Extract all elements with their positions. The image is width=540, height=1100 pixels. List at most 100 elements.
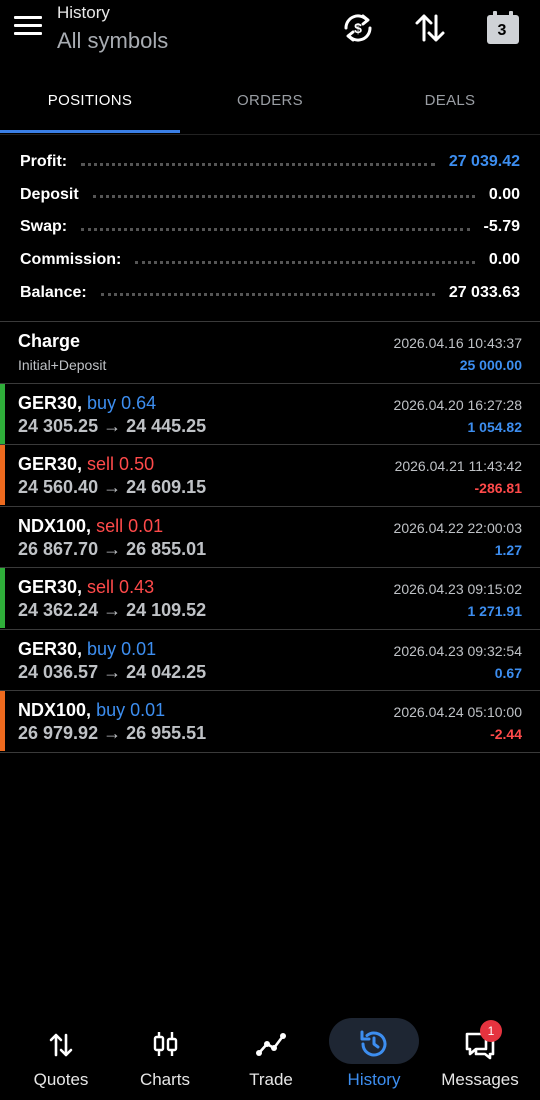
deal-profit: 1 271.91 [467,603,523,619]
summary-value: -5.79 [483,218,520,236]
leader-dots [135,260,475,264]
summary-value: 0.00 [488,185,520,203]
summary-row-balance: Balance: 27 033.63 [0,276,540,309]
nav-messages[interactable]: Messages [428,1010,532,1100]
list-item[interactable]: NDX100, buy 0.01 26 979.92 → 26 955.51 2… [0,691,540,753]
trade-icon [256,1033,286,1056]
messages-badge: 1 [480,1020,502,1042]
symbol-name: GER30, [18,577,83,597]
summary-row-deposit: Deposit 0.00 [0,179,540,212]
deal-profit: 1 054.82 [467,418,523,435]
sort-icon[interactable] [412,10,448,46]
deal-profit: 0.67 [494,664,522,681]
symbol-name: GER30, [18,638,83,659]
deal-side: buy 0.01 [96,700,166,720]
leader-dots [100,293,435,297]
deal-symbol: NDX100, sell 0.01 [18,516,163,537]
deal-profit: -286.81 [474,480,522,496]
candles-icon [153,1032,178,1056]
summary-label: Swap: [20,218,68,236]
summary-label: Balance: [20,283,87,301]
symbol-name: NDX100, [18,700,92,720]
charge-amount: 25 000.00 [459,357,522,373]
currency-exchange-icon[interactable]: $ [340,10,376,46]
symbol-name: GER30, [18,392,83,413]
nav-trade[interactable]: Trade [218,1010,324,1100]
charge-subtitle: Initial+Deposit [18,357,107,373]
deal-date: 2026.04.21 11:43:42 [394,458,522,474]
deal-side: sell 0.43 [87,577,155,597]
deal-date: 2026.04.23 09:32:54 [393,642,522,659]
deal-side: buy 0.64 [87,392,157,413]
loss-indicator-bar [0,691,5,751]
deal-symbol: GER30, buy 0.01 [18,639,156,660]
nav-label: Charts [139,1070,191,1089]
deal-date: 2026.04.23 09:15:02 [393,581,522,597]
calendar-day: 3 [497,22,507,39]
nav-history[interactable]: History [322,1010,426,1100]
deal-date: 2026.04.20 16:27:28 [393,396,522,413]
deal-profit: 1.27 [494,541,522,558]
deal-side: buy 0.01 [87,638,157,659]
tab-deals[interactable]: DEALS [360,78,540,124]
active-tab-indicator [0,130,180,133]
deal-prices: 24 036.57 → 24 042.25 [18,661,207,682]
page-title: History [57,3,110,22]
deal-profit: -2.44 [490,726,522,742]
symbol-filter[interactable]: All symbols [57,28,168,54]
symbol-name: NDX100, [18,515,92,536]
deal-symbol: GER30, buy 0.64 [18,393,156,414]
deal-date: 2026.04.22 22:00:03 [393,519,522,536]
tab-orders[interactable]: ORDERS [180,78,360,124]
charge-date: 2026.04.16 10:43:37 [393,335,522,351]
summary-row-profit: Profit: 27 039.42 [0,146,540,179]
list-item[interactable]: GER30, sell 0.50 24 560.40 → 24 609.15 2… [0,445,540,507]
charge-row[interactable]: Charge Initial+Deposit 2026.04.16 10:43:… [0,322,540,384]
summary-label: Commission: [20,251,122,269]
nav-label: Quotes [33,1070,89,1089]
summary-value: 0.00 [488,251,520,269]
app-header: History All symbols $ 3 [0,0,540,70]
deal-symbol: NDX100, buy 0.01 [18,700,165,721]
bottom-navigation: Quotes Charts Trade History Messages [0,1010,540,1100]
charge-title: Charge [18,331,81,351]
loss-indicator-bar [0,445,5,505]
summary-label: Profit: [20,153,68,171]
calendar-icon[interactable]: 3 [486,10,520,46]
tab-positions[interactable]: POSITIONS [0,78,180,124]
leader-dots [92,195,475,199]
list-item[interactable]: NDX100, sell 0.01 26 867.70 → 26 855.01 … [0,507,540,568]
history-tabs: POSITIONS ORDERS DEALS [0,78,540,135]
leader-dots [81,162,435,166]
deal-prices: 26 867.70 → 26 855.01 [18,538,207,559]
list-item[interactable]: GER30, sell 0.43 24 362.24 → 24 109.52 2… [0,568,540,630]
list-item[interactable]: GER30, buy 0.64 24 305.25 → 24 445.25 20… [0,383,540,445]
summary-label: Deposit [20,185,79,203]
nav-label: History [347,1070,401,1089]
menu-icon[interactable] [14,16,42,38]
nav-charts[interactable]: Charts [112,1010,218,1100]
summary-row-commission: Commission: 0.00 [0,244,540,277]
deal-symbol: GER30, sell 0.43 [18,577,154,598]
deal-prices: 24 362.24 → 24 109.52 [18,600,207,620]
leader-dots [81,227,470,231]
deal-prices: 24 560.40 → 24 609.15 [18,477,207,497]
deal-side: sell 0.01 [96,515,164,536]
list-item[interactable]: GER30, buy 0.01 24 036.57 → 24 042.25 20… [0,630,540,691]
profit-indicator-bar [0,568,5,628]
profit-indicator-bar [0,383,5,444]
summary-value: 27 039.42 [448,153,520,171]
history-icon [360,1030,387,1057]
deal-date: 2026.04.24 05:10:00 [393,704,522,720]
summary-value: 27 033.63 [448,283,520,301]
deal-prices: 26 979.92 → 26 955.51 [18,723,207,743]
history-list: Charge Initial+Deposit 2026.04.16 10:43:… [0,322,540,753]
nav-label: Trade [249,1070,293,1089]
nav-quotes[interactable]: Quotes [8,1010,114,1100]
quotes-icon [49,1033,73,1057]
deal-symbol: GER30, sell 0.50 [18,454,154,475]
deal-side: sell 0.50 [87,454,155,474]
account-summary: Profit: 27 039.42 Deposit 0.00 Swap: -5.… [0,146,540,309]
symbol-name: GER30, [18,454,83,474]
svg-text:$: $ [354,20,362,36]
